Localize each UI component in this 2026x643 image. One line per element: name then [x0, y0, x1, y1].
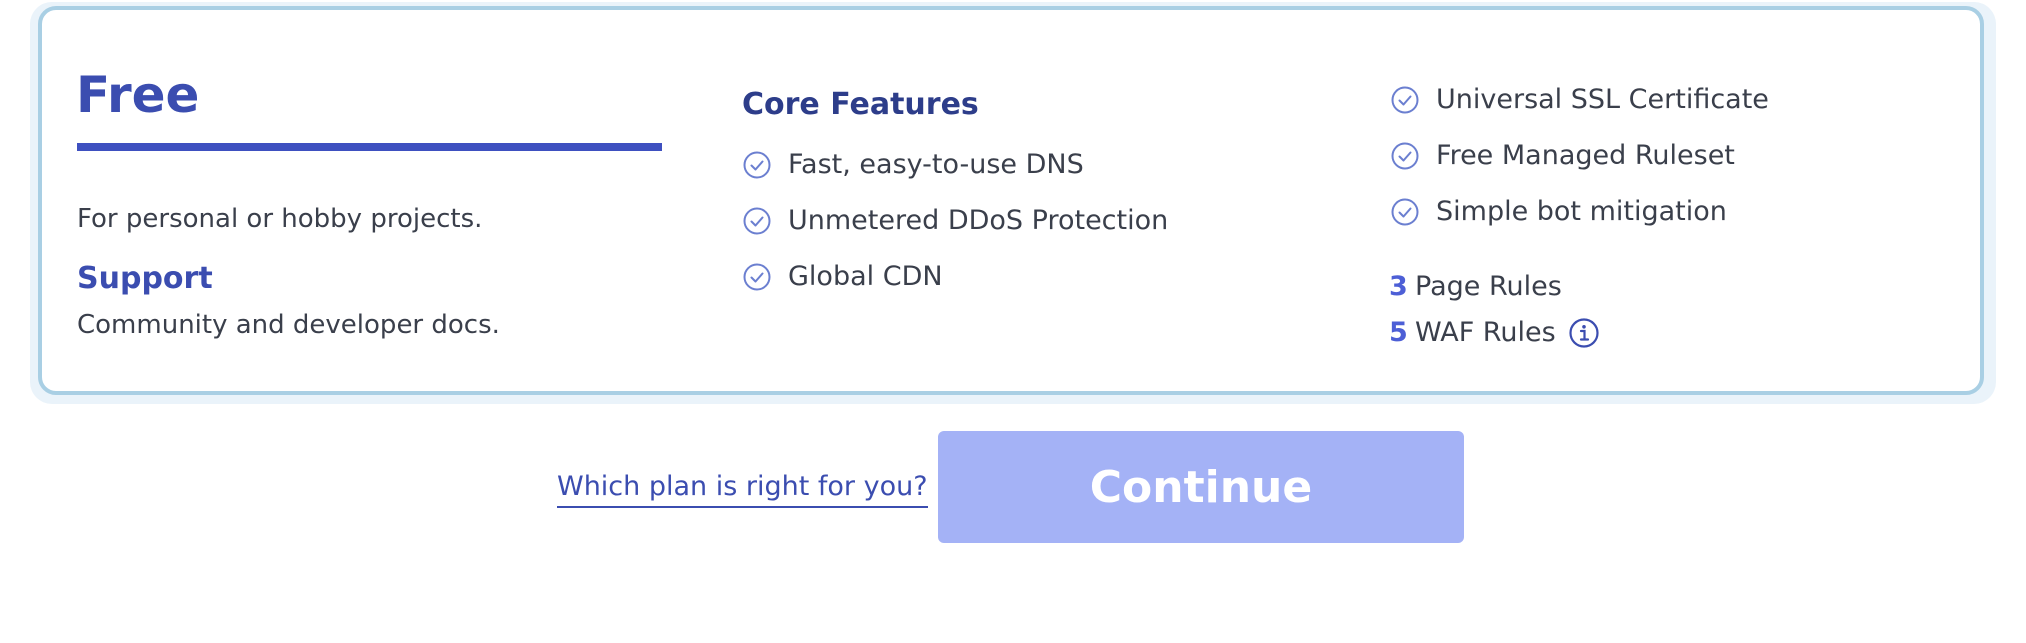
feature-item-cdn: Global CDN [742, 260, 943, 294]
feature-item-dns: Fast, easy-to-use DNS [742, 148, 1084, 182]
check-circle-icon [1390, 85, 1420, 115]
feature-label: Fast, easy-to-use DNS [788, 149, 1084, 180]
feature-item-ruleset: Free Managed Ruleset [1390, 139, 1735, 173]
which-plan-link[interactable]: Which plan is right for you? [557, 470, 928, 508]
check-circle-icon [1390, 197, 1420, 227]
info-icon[interactable] [1568, 317, 1600, 349]
waf-rules-row: 5 WAF Rules [1389, 316, 1600, 350]
core-features-heading: Core Features [742, 87, 979, 122]
plan-page: Free For personal or hobby projects. Sup… [0, 0, 2026, 643]
waf-rules-count: 5 [1389, 317, 1408, 348]
feature-item-ddos: Unmetered DDoS Protection [742, 204, 1168, 238]
feature-item-bot-mitigation: Simple bot mitigation [1390, 195, 1727, 229]
page-rules-label: Page Rules [1415, 271, 1562, 302]
check-circle-icon [742, 262, 772, 292]
support-heading: Support [77, 261, 213, 296]
plan-name: Free [76, 66, 200, 124]
feature-label: Unmetered DDoS Protection [788, 205, 1169, 236]
support-text: Community and developer docs. [77, 310, 500, 340]
plan-name-underline [77, 143, 662, 151]
check-circle-icon [742, 206, 772, 236]
check-circle-icon [742, 150, 772, 180]
continue-button[interactable]: Continue [938, 431, 1464, 543]
feature-label: Universal SSL Certificate [1436, 84, 1769, 115]
page-rules-row: 3 Page Rules [1389, 270, 1562, 304]
plan-description: For personal or hobby projects. [77, 204, 483, 234]
feature-label: Free Managed Ruleset [1436, 140, 1735, 171]
feature-label: Simple bot mitigation [1436, 196, 1727, 227]
waf-rules-label: WAF Rules [1415, 317, 1556, 348]
feature-item-ssl: Universal SSL Certificate [1390, 83, 1769, 117]
feature-label: Global CDN [788, 261, 943, 292]
page-rules-count: 3 [1389, 271, 1408, 302]
check-circle-icon [1390, 141, 1420, 171]
